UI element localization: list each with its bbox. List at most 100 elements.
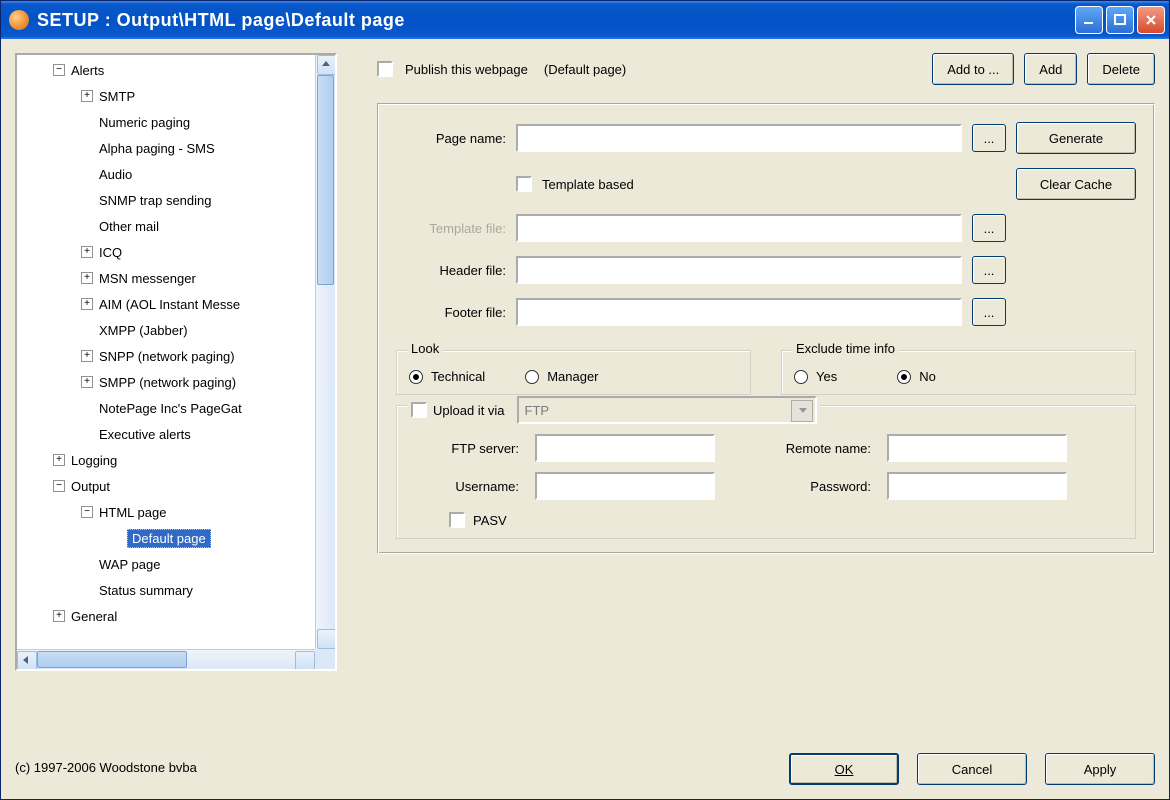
tree-scrollbar-vertical[interactable]: [315, 55, 335, 649]
tree-item-smpp[interactable]: +SMPP (network paging): [25, 369, 315, 395]
template-based-checkbox[interactable]: [516, 176, 532, 192]
exclude-yes-radio[interactable]: Yes: [794, 369, 837, 384]
remote-name-input[interactable]: [887, 434, 1067, 462]
collapse-icon[interactable]: −: [53, 64, 65, 76]
expand-icon[interactable]: +: [81, 90, 93, 102]
template-file-browse-button[interactable]: ...: [972, 214, 1006, 242]
username-input[interactable]: [535, 472, 715, 500]
tree-item-default-page[interactable]: Default page: [25, 525, 315, 551]
radio-icon: [794, 370, 808, 384]
generate-button[interactable]: Generate: [1016, 122, 1136, 154]
header-file-input[interactable]: [516, 256, 962, 284]
tree-item-general[interactable]: +General: [25, 603, 315, 629]
collapse-icon[interactable]: −: [53, 480, 65, 492]
add-button[interactable]: Add: [1024, 53, 1077, 85]
look-manager-radio[interactable]: Manager: [525, 369, 598, 384]
page-name-input[interactable]: [516, 124, 962, 152]
tree-item-output[interactable]: −Output: [25, 473, 315, 499]
expand-icon[interactable]: +: [53, 454, 65, 466]
remote-name-label: Remote name:: [731, 441, 871, 456]
header-file-label: Header file:: [396, 263, 506, 278]
upload-protocol-select[interactable]: FTP: [517, 396, 817, 424]
tree-item-xmpp[interactable]: XMPP (Jabber): [25, 317, 315, 343]
chevron-down-icon: [799, 408, 807, 413]
look-technical-radio[interactable]: Technical: [409, 369, 485, 384]
scrollbar-thumb[interactable]: [37, 651, 187, 668]
template-file-label: Template file:: [396, 221, 506, 236]
username-label: Username:: [409, 479, 519, 494]
add-to-button[interactable]: Add to ...: [932, 53, 1014, 85]
pasv-checkbox[interactable]: [449, 512, 465, 528]
tree-item-msn[interactable]: +MSN messenger: [25, 265, 315, 291]
close-button[interactable]: [1137, 6, 1165, 34]
password-label: Password:: [731, 479, 871, 494]
upload-legend: Upload it via: [433, 403, 505, 418]
radio-icon: [409, 370, 423, 384]
app-icon: [9, 10, 29, 30]
ftp-server-input[interactable]: [535, 434, 715, 462]
setup-window: SETUP : Output\HTML page\Default page −A…: [0, 0, 1170, 800]
upload-group: Upload it via FTP FTP server: Remote nam…: [396, 405, 1136, 539]
template-based-label: Template based: [542, 177, 634, 192]
tree-scrollbar-horizontal[interactable]: [17, 649, 315, 669]
tree-item-wap-page[interactable]: WAP page: [25, 551, 315, 577]
ftp-server-label: FTP server:: [409, 441, 519, 456]
header-file-browse-button[interactable]: ...: [972, 256, 1006, 284]
expand-icon[interactable]: +: [53, 610, 65, 622]
delete-button[interactable]: Delete: [1087, 53, 1155, 85]
tree-item-status-summary[interactable]: Status summary: [25, 577, 315, 603]
radio-icon: [897, 370, 911, 384]
page-settings-group: Page name: ... Generate Template based C…: [377, 103, 1155, 554]
cancel-button[interactable]: Cancel: [917, 753, 1027, 785]
collapse-icon[interactable]: −: [81, 506, 93, 518]
scrollbar-corner: [315, 649, 335, 669]
tree-item-executive[interactable]: Executive alerts: [25, 421, 315, 447]
tree-item-alerts[interactable]: −Alerts: [25, 57, 315, 83]
window-title: SETUP : Output\HTML page\Default page: [37, 10, 1075, 31]
maximize-button[interactable]: [1106, 6, 1134, 34]
tree-item-snmp-trap[interactable]: SNMP trap sending: [25, 187, 315, 213]
ok-button[interactable]: OK: [789, 753, 899, 785]
look-legend: Look: [407, 341, 443, 356]
footer-file-browse-button[interactable]: ...: [972, 298, 1006, 326]
clear-cache-button[interactable]: Clear Cache: [1016, 168, 1136, 200]
page-name-label: Page name:: [396, 131, 506, 146]
copyright-label: (c) 1997-2006 Woodstone bvba: [15, 760, 197, 775]
tree-item-html-page[interactable]: −HTML page: [25, 499, 315, 525]
template-file-input[interactable]: [516, 214, 962, 242]
apply-button[interactable]: Apply: [1045, 753, 1155, 785]
exclude-legend: Exclude time info: [792, 341, 899, 356]
expand-icon[interactable]: +: [81, 350, 93, 362]
footer-file-label: Footer file:: [396, 305, 506, 320]
tree-item-snpp[interactable]: +SNPP (network paging): [25, 343, 315, 369]
expand-icon[interactable]: +: [81, 298, 93, 310]
tree-item-numeric-paging[interactable]: Numeric paging: [25, 109, 315, 135]
expand-icon[interactable]: +: [81, 272, 93, 284]
look-group: Look Technical Manager: [396, 350, 751, 395]
titlebar[interactable]: SETUP : Output\HTML page\Default page: [1, 1, 1169, 39]
tree-item-icq[interactable]: +ICQ: [25, 239, 315, 265]
upload-checkbox[interactable]: [411, 402, 427, 418]
expand-icon[interactable]: +: [81, 246, 93, 258]
tree-item-other-mail[interactable]: Other mail: [25, 213, 315, 239]
nav-tree: −Alerts +SMTP Numeric paging Alpha pagin…: [15, 53, 337, 671]
expand-icon[interactable]: +: [81, 376, 93, 388]
scrollbar-thumb[interactable]: [317, 75, 334, 285]
minimize-button[interactable]: [1075, 6, 1103, 34]
tree-item-logging[interactable]: +Logging: [25, 447, 315, 473]
publish-checkbox[interactable]: [377, 61, 393, 77]
current-page-label: (Default page): [544, 62, 626, 77]
tree-item-aim[interactable]: +AIM (AOL Instant Messe: [25, 291, 315, 317]
publish-label: Publish this webpage: [405, 62, 528, 77]
tree-item-notepage[interactable]: NotePage Inc's PageGat: [25, 395, 315, 421]
radio-icon: [525, 370, 539, 384]
page-name-browse-button[interactable]: ...: [972, 124, 1006, 152]
tree-item-audio[interactable]: Audio: [25, 161, 315, 187]
tree-item-smtp[interactable]: +SMTP: [25, 83, 315, 109]
footer-file-input[interactable]: [516, 298, 962, 326]
password-input[interactable]: [887, 472, 1067, 500]
exclude-time-group: Exclude time info Yes No: [781, 350, 1136, 395]
tree-item-alpha-paging[interactable]: Alpha paging - SMS: [25, 135, 315, 161]
pasv-label: PASV: [473, 513, 507, 528]
exclude-no-radio[interactable]: No: [897, 369, 936, 384]
